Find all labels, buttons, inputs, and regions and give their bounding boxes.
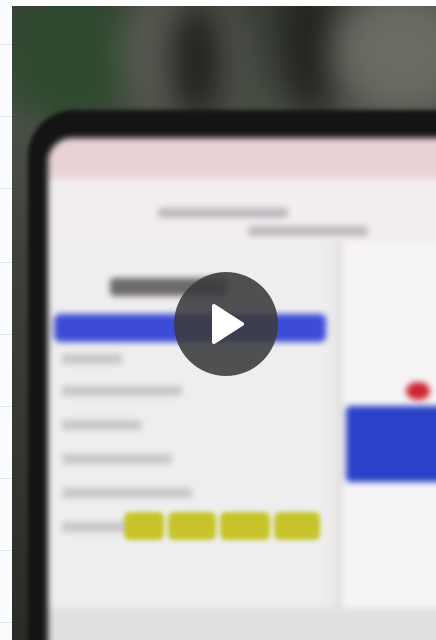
blurred-caption	[124, 504, 324, 548]
play-icon	[212, 304, 244, 344]
video-player[interactable]	[0, 0, 436, 640]
page-left-margin	[0, 0, 12, 640]
play-button[interactable]	[174, 272, 278, 376]
tablet-screen	[48, 138, 436, 640]
